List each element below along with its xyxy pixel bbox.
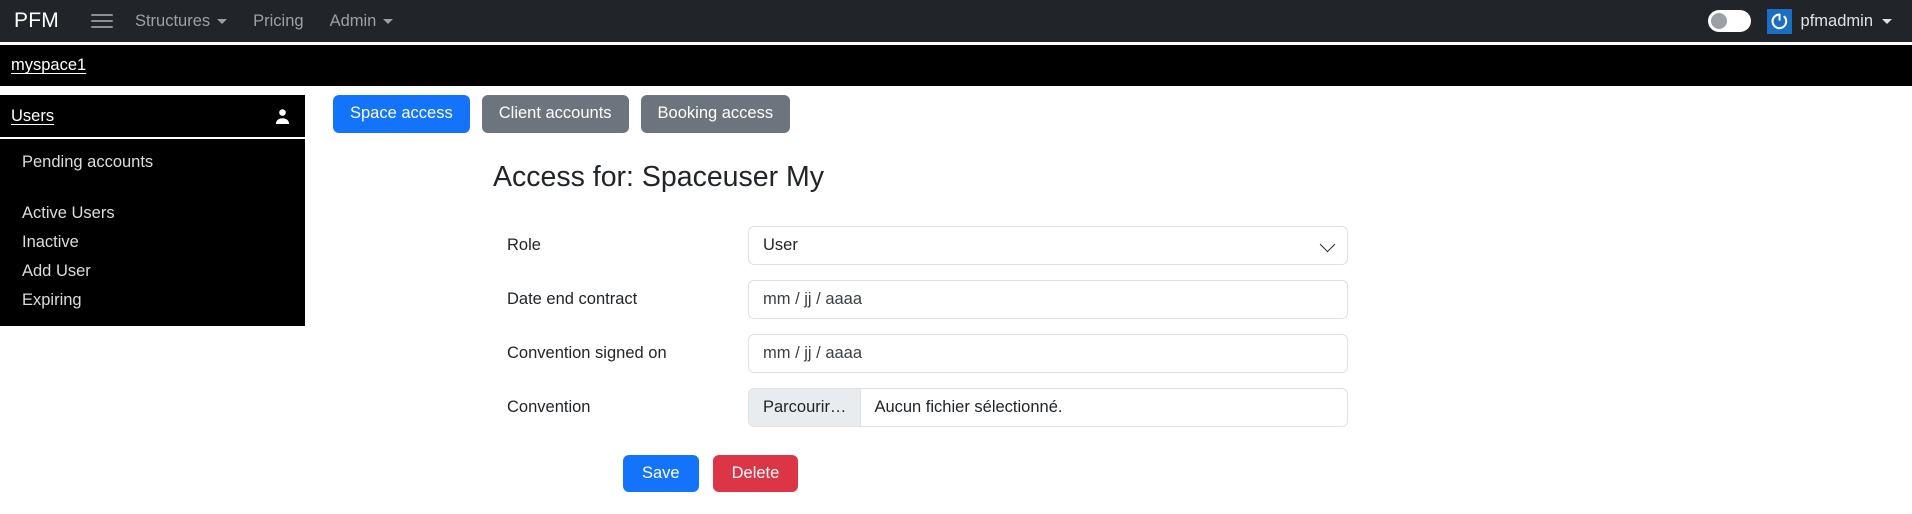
top-navbar: PFM Structures Pricing Admin: [0, 0, 1912, 42]
tab-bar: Space access Client accounts Booking acc…: [333, 95, 1903, 133]
tab-space-access[interactable]: Space access: [333, 95, 470, 133]
nav-item-admin[interactable]: Admin: [330, 12, 394, 31]
nav-item-pricing[interactable]: Pricing: [253, 12, 303, 31]
breadcrumb-link-myspace1[interactable]: myspace1: [11, 56, 86, 75]
role-select-value: User: [763, 236, 798, 255]
nav-item-label: Structures: [135, 12, 210, 31]
sidebar-header-users[interactable]: Users: [0, 95, 305, 139]
label-date-end-contract: Date end contract: [333, 290, 748, 309]
breadcrumb-bar: myspace1: [0, 45, 1912, 86]
hamburger-bar: [91, 14, 113, 16]
selected-file-label: Aucun fichier sélectionné.: [861, 389, 1075, 426]
hamburger-icon[interactable]: [91, 12, 113, 30]
chevron-down-icon: [1320, 236, 1336, 252]
control-role: User: [748, 226, 1348, 265]
form-row-convention: Convention Parcourir… Aucun fichier séle…: [333, 381, 1903, 435]
sidebar-item-active-users[interactable]: Active Users: [0, 199, 305, 228]
tab-booking-access[interactable]: Booking access: [641, 95, 791, 133]
access-form: Role User Date end contract mm / jj / aa…: [333, 219, 1903, 493]
nav-item-label: Pricing: [253, 12, 303, 31]
form-row-date-end-contract: Date end contract mm / jj / aaaa: [333, 273, 1903, 327]
page-title: Access for: Spaceuser My: [493, 160, 1903, 194]
sidebar-spacer: [0, 177, 305, 199]
tab-client-accounts[interactable]: Client accounts: [482, 95, 629, 133]
convention-file-input[interactable]: Parcourir… Aucun fichier sélectionné.: [748, 388, 1348, 427]
theme-toggle-switch[interactable]: [1708, 10, 1751, 32]
browse-button[interactable]: Parcourir…: [749, 389, 861, 426]
sidebar-header-label: Users: [11, 107, 54, 126]
sidebar-menu: Pending accounts Active Users Inactive A…: [0, 139, 305, 326]
sidebar-item-pending-accounts[interactable]: Pending accounts: [0, 148, 305, 177]
sidebar-item-expiring[interactable]: Expiring: [0, 286, 305, 315]
sidebar-item-inactive[interactable]: Inactive: [0, 228, 305, 257]
sidebar-item-add-user[interactable]: Add User: [0, 257, 305, 286]
form-row-role: Role User: [333, 219, 1903, 273]
control-convention: Parcourir… Aucun fichier sélectionné.: [748, 388, 1348, 427]
date-end-contract-input[interactable]: mm / jj / aaaa: [748, 280, 1348, 319]
nav-links: Structures Pricing Admin: [135, 12, 393, 31]
chevron-down-icon: [1882, 19, 1892, 24]
navbar-right-group: pfmadmin: [1708, 9, 1894, 34]
role-select[interactable]: User: [748, 226, 1348, 265]
brand-logo[interactable]: PFM: [14, 9, 59, 33]
toggle-knob: [1711, 13, 1727, 29]
hamburger-bar: [91, 26, 113, 28]
delete-button[interactable]: Delete: [713, 455, 799, 493]
chevron-down-icon: [383, 19, 393, 24]
label-convention: Convention: [333, 398, 748, 417]
control-date-end-contract: mm / jj / aaaa: [748, 280, 1348, 319]
nav-item-label: Admin: [330, 12, 377, 31]
power-circle-icon: [1767, 9, 1792, 34]
user-menu-label: pfmadmin: [1801, 12, 1873, 31]
form-row-convention-signed-on: Convention signed on mm / jj / aaaa: [333, 327, 1903, 381]
user-menu[interactable]: pfmadmin: [1767, 9, 1894, 34]
nav-item-structures[interactable]: Structures: [135, 12, 227, 31]
sidebar: Users Pending accounts Active Users Inac…: [0, 95, 305, 326]
form-actions: Save Delete: [623, 455, 1903, 493]
person-icon: [274, 108, 291, 125]
save-button[interactable]: Save: [623, 455, 699, 493]
label-role: Role: [333, 236, 748, 255]
label-convention-signed-on: Convention signed on: [333, 344, 748, 363]
main-content: Space access Client accounts Booking acc…: [333, 95, 1903, 492]
control-convention-signed-on: mm / jj / aaaa: [748, 334, 1348, 373]
convention-signed-on-input[interactable]: mm / jj / aaaa: [748, 334, 1348, 373]
chevron-down-icon: [217, 19, 227, 24]
hamburger-bar: [91, 20, 113, 22]
app-root: PFM Structures Pricing Admin: [0, 0, 1912, 514]
